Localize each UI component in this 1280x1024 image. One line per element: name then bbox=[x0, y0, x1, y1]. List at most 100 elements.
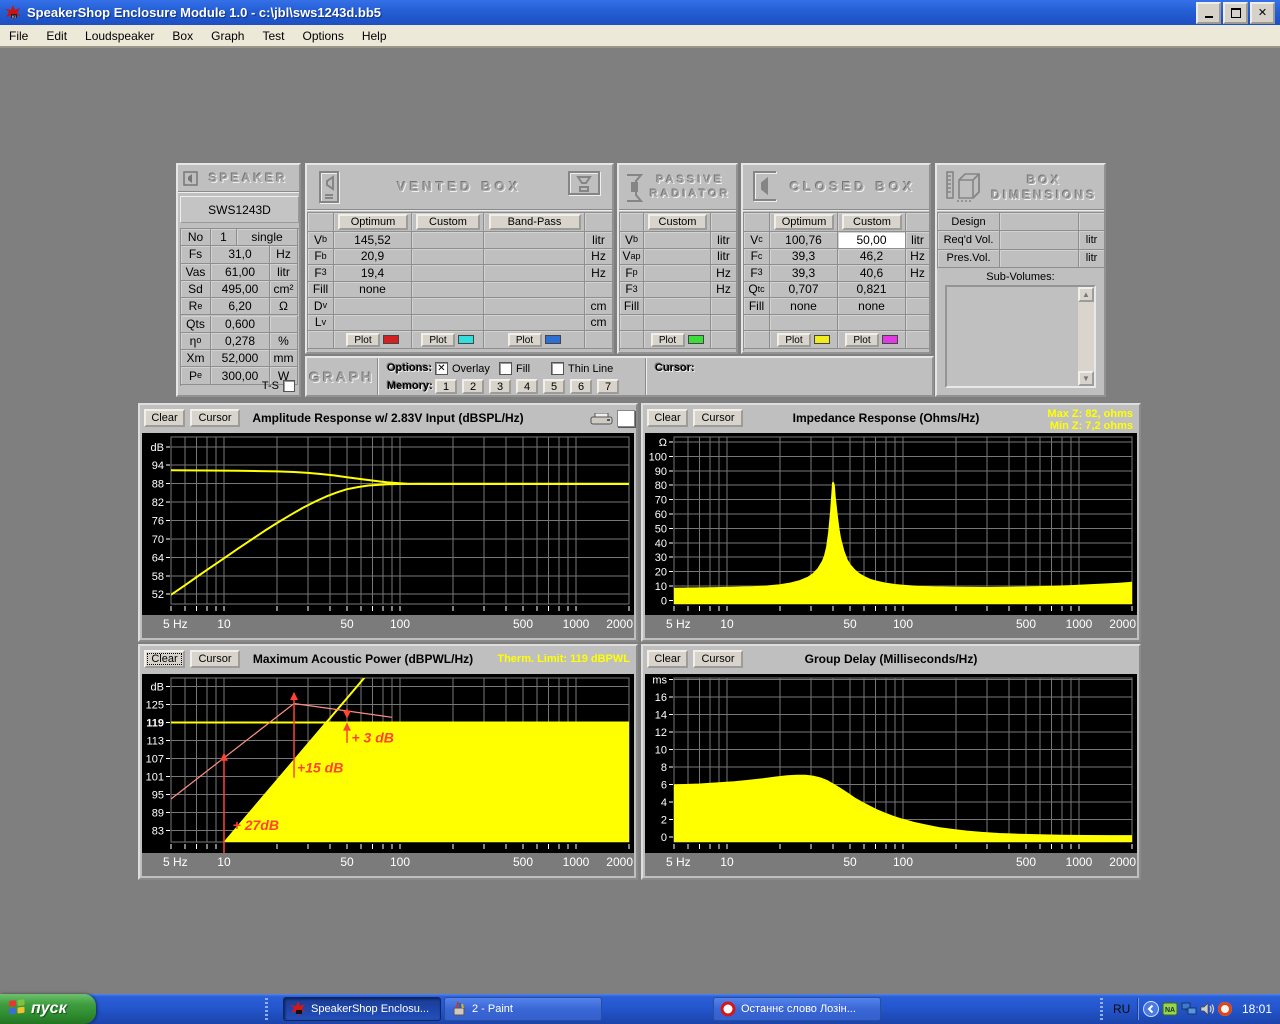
vented-box-right-icon bbox=[566, 169, 604, 212]
menu-bar: FileEditLoudspeakerBoxGraphTestOptionsHe… bbox=[0, 25, 1280, 48]
passive-radiator-title-line2: RADIATOR bbox=[649, 187, 732, 201]
thin-line-checkbox-label: Thin Line bbox=[568, 363, 613, 375]
table-footer-cell bbox=[906, 331, 930, 349]
svg-text:16: 16 bbox=[655, 692, 667, 704]
menu-item-test[interactable]: Test bbox=[253, 27, 293, 45]
sub-volumes-scrollbar[interactable]: ▲ ▼ bbox=[1078, 287, 1094, 386]
memory-button-1[interactable]: 1 bbox=[435, 379, 457, 394]
sub-volumes-listbox[interactable]: ▲ ▼ bbox=[945, 285, 1096, 388]
param-value: 495,00 bbox=[211, 281, 270, 298]
power-chart-header: Clear Cursor Maximum Acoustic Power (dBP… bbox=[140, 646, 636, 674]
custom-button[interactable]: Custom bbox=[842, 214, 902, 230]
printer-icon[interactable] bbox=[590, 413, 614, 431]
plot-button[interactable]: Plot bbox=[508, 333, 542, 347]
memory-button-2[interactable]: 2 bbox=[462, 379, 484, 394]
tray-handle[interactable] bbox=[1100, 998, 1103, 1020]
optimum-button[interactable]: Optimum bbox=[774, 214, 834, 230]
param-unit: litr bbox=[906, 232, 930, 249]
opera-tray-icon[interactable] bbox=[1217, 1001, 1233, 1017]
power-plot: dB1251191131071019589835 Hz1050100500100… bbox=[142, 674, 634, 876]
ts-label: T-S bbox=[262, 380, 279, 392]
box-dim-value[interactable] bbox=[1000, 250, 1079, 268]
cursor-button[interactable]: Cursor bbox=[693, 409, 743, 427]
svg-text:Ω: Ω bbox=[659, 437, 667, 449]
box-dimensions-title-line2: DIMENSIONS bbox=[989, 188, 1100, 203]
close-button[interactable]: ✕ bbox=[1250, 2, 1275, 24]
language-indicator[interactable]: RU bbox=[1113, 1002, 1130, 1016]
task-label: Останнє слово Лозін... bbox=[741, 1003, 856, 1015]
taskbar-task-[interactable]: Останнє слово Лозін... bbox=[713, 997, 881, 1021]
sub-volumes-label: Sub-Volumes: bbox=[937, 271, 1104, 283]
passive-radiator-panel: PASSIVE RADIATOR CustomVblitrVaplitrFpHz… bbox=[617, 163, 738, 354]
box-dim-unit: litr bbox=[1079, 231, 1105, 249]
custom-button[interactable]: Custom bbox=[416, 214, 480, 230]
taskbar-task-2-paint[interactable]: 2 - Paint bbox=[444, 997, 602, 1021]
memory-button-7[interactable]: 7 bbox=[597, 379, 619, 394]
fill-checkbox[interactable] bbox=[499, 362, 512, 375]
param-label: Fs bbox=[181, 246, 211, 263]
windows-logo-icon bbox=[8, 998, 26, 1021]
restore-button[interactable] bbox=[1223, 2, 1248, 24]
box-dim-value[interactable] bbox=[1000, 213, 1079, 231]
taskbar-task-speakershop-enclosu[interactable]: SpeakerShop Enclosu... bbox=[283, 997, 441, 1021]
svg-text:10: 10 bbox=[720, 855, 734, 869]
svg-text:83: 83 bbox=[152, 826, 164, 838]
menu-item-help[interactable]: Help bbox=[353, 27, 396, 45]
scrollbar-up-icon[interactable]: ▲ bbox=[1078, 287, 1094, 302]
svg-text:500: 500 bbox=[513, 617, 533, 631]
param-value-editable[interactable]: 50,00 bbox=[838, 232, 906, 249]
param-value: none bbox=[770, 298, 838, 315]
minimize-button[interactable] bbox=[1196, 2, 1221, 24]
param-value bbox=[484, 249, 585, 266]
plot-button[interactable]: Plot bbox=[421, 333, 455, 347]
memory-button-6[interactable]: 6 bbox=[570, 379, 592, 394]
memory-button-4[interactable]: 4 bbox=[516, 379, 538, 394]
memory-button-5[interactable]: 5 bbox=[543, 379, 565, 394]
param-unit: Hz bbox=[270, 246, 298, 263]
table-footer-cell bbox=[620, 331, 644, 349]
param-value: 0,707 bbox=[770, 282, 838, 299]
param-value bbox=[838, 315, 906, 332]
desktop: KI SpeakerShop Enclosure Module 1.0 - c:… bbox=[0, 0, 1280, 1024]
thin-line-checkbox[interactable] bbox=[551, 362, 564, 375]
cursor-button[interactable]: Cursor bbox=[693, 650, 743, 668]
menu-item-graph[interactable]: Graph bbox=[202, 27, 253, 45]
menu-item-file[interactable]: File bbox=[0, 27, 37, 45]
param-value: none bbox=[838, 298, 906, 315]
optimum-button[interactable]: Optimum bbox=[338, 214, 408, 230]
memory-button-3[interactable]: 3 bbox=[489, 379, 511, 394]
param-value: 0,821 bbox=[838, 282, 906, 299]
clear-button[interactable]: Clear bbox=[647, 409, 688, 427]
print-option-box[interactable] bbox=[617, 410, 635, 427]
menu-item-loudspeaker[interactable]: Loudspeaker bbox=[76, 27, 163, 45]
cursor-button[interactable]: Cursor bbox=[190, 650, 240, 668]
svg-text:10: 10 bbox=[655, 745, 667, 757]
band-pass-button[interactable]: Band-Pass bbox=[489, 214, 581, 230]
plot-button[interactable]: Plot bbox=[777, 333, 811, 347]
clear-button[interactable]: Clear bbox=[647, 650, 688, 668]
svg-text:125: 125 bbox=[146, 699, 164, 711]
box-dim-value[interactable] bbox=[1000, 231, 1079, 249]
plot-button[interactable]: Plot bbox=[346, 333, 380, 347]
custom-button[interactable]: Custom bbox=[648, 214, 707, 230]
cursor-button[interactable]: Cursor bbox=[190, 409, 240, 427]
svg-text:NA: NA bbox=[1165, 1007, 1175, 1014]
start-button[interactable]: пуск bbox=[0, 994, 96, 1024]
clear-button[interactable]: Clear bbox=[144, 409, 185, 427]
svg-text:2000: 2000 bbox=[606, 617, 633, 631]
nod32-icon[interactable]: NA bbox=[1162, 1001, 1178, 1017]
ts-checkbox[interactable] bbox=[283, 380, 295, 392]
hidden-icons-arrow-icon[interactable] bbox=[1143, 1001, 1159, 1017]
overlay-checkbox[interactable]: ✕ bbox=[435, 362, 448, 375]
taskbar-handle[interactable] bbox=[265, 998, 268, 1020]
clear-button[interactable]: Clear bbox=[144, 650, 185, 668]
volume-icon[interactable] bbox=[1199, 1001, 1215, 1017]
menu-item-box[interactable]: Box bbox=[163, 27, 202, 45]
network-icon[interactable] bbox=[1181, 1001, 1197, 1017]
plot-button[interactable]: Plot bbox=[845, 333, 879, 347]
scrollbar-down-icon[interactable]: ▼ bbox=[1078, 371, 1094, 386]
svg-text:10: 10 bbox=[217, 617, 231, 631]
menu-item-options[interactable]: Options bbox=[293, 27, 352, 45]
plot-button[interactable]: Plot bbox=[651, 333, 685, 347]
menu-item-edit[interactable]: Edit bbox=[37, 27, 76, 45]
